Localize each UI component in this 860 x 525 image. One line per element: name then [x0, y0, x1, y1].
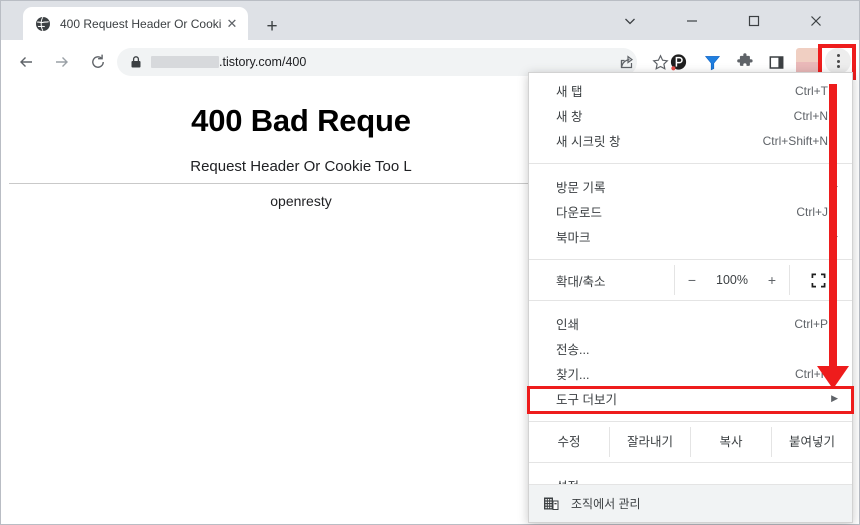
menu-item-shortcut: Ctrl+Shift+N [762, 133, 828, 148]
browser-tab[interactable]: 400 Request Header Or Cookie ✕ [23, 7, 248, 40]
menu-item-label: 찾기... [556, 368, 590, 382]
menu-separator [529, 300, 852, 301]
menu-separator [529, 421, 852, 422]
zoom-controls: − 100% + [674, 265, 789, 295]
menu-separator [529, 462, 852, 463]
browser-window: 400 Request Header Or Cookie ✕ + .tistor… [0, 0, 860, 525]
menu-item-print[interactable]: 인쇄 Ctrl+P [529, 311, 852, 336]
tab-strip: 400 Request Header Or Cookie ✕ + [1, 1, 859, 40]
menu-item-label: 인쇄 [556, 318, 580, 332]
menu-item-label: 다운로드 [556, 206, 603, 220]
menu-item-new-window[interactable]: 새 창 Ctrl+N [529, 103, 852, 128]
menu-item-label: 새 창 [556, 110, 583, 124]
menu-item-cast[interactable]: 전송... [529, 336, 852, 361]
menu-item-shortcut: Ctrl+T [795, 83, 828, 98]
menu-item-new-incognito-window[interactable]: 새 시크릿 창 Ctrl+Shift+N [529, 128, 852, 153]
fullscreen-button[interactable] [789, 265, 846, 295]
minimize-icon[interactable] [677, 7, 707, 35]
window-close-icon[interactable] [801, 7, 831, 35]
menu-item-label: 새 탭 [556, 85, 583, 99]
back-icon[interactable] [13, 49, 39, 75]
menu-item-shortcut: Ctrl+P [794, 316, 828, 331]
zoom-in-button[interactable]: + [755, 272, 789, 288]
annotation-arrow-head [817, 366, 849, 389]
zoom-level-value: 100% [716, 273, 748, 287]
redacted-subdomain [151, 56, 219, 68]
menu-item-shortcut: Ctrl+N [793, 108, 828, 123]
paste-button[interactable]: 붙여넣기 [771, 427, 852, 457]
forward-icon[interactable] [49, 49, 75, 75]
settings-highlight-box [527, 386, 854, 414]
menu-group-new: 새 탭 Ctrl+T 새 창 Ctrl+N 새 시크릿 창 Ctrl+Shift… [529, 73, 852, 158]
server-signature: openresty [270, 193, 332, 209]
reload-icon[interactable] [85, 49, 111, 75]
menu-item-history[interactable]: 방문 기록 ▶ [529, 174, 852, 199]
cut-button[interactable]: 잘라내기 [609, 427, 690, 457]
maximize-icon[interactable] [739, 7, 769, 35]
edit-label: 수정 [557, 435, 581, 449]
menu-item-edit-row: 수정 잘라내기 복사 붙여넣기 [529, 427, 852, 457]
annotation-arrow-stem [829, 84, 837, 372]
menu-item-downloads[interactable]: 다운로드 Ctrl+J [529, 199, 852, 224]
lock-icon [130, 55, 142, 69]
managed-label: 조직에서 관리 [571, 497, 641, 511]
organization-building-icon [543, 496, 559, 512]
tab-title: 400 Request Header Or Cookie [60, 16, 221, 31]
zoom-label: 확대/축소 [556, 274, 606, 289]
menu-item-label: 전송... [556, 343, 590, 357]
page-subtitle: Request Header Or Cookie Too L [190, 158, 412, 175]
copy-button[interactable]: 복사 [690, 427, 771, 457]
page-title: 400 Bad Reque [191, 103, 411, 138]
menu-item-shortcut: Ctrl+J [796, 204, 828, 219]
url-text: .tistory.com/400 [219, 55, 307, 69]
menu-separator [529, 163, 852, 164]
managed-by-organization[interactable]: 조직에서 관리 [529, 484, 852, 522]
menu-item-new-tab[interactable]: 새 탭 Ctrl+T [529, 78, 852, 103]
new-tab-button[interactable]: + [259, 13, 285, 39]
menu-separator [529, 259, 852, 260]
address-bar-text: .tistory.com/400 [151, 55, 306, 69]
menu-group-history: 방문 기록 ▶ 다운로드 Ctrl+J 북마크 ▶ [529, 169, 852, 254]
menu-item-find[interactable]: 찾기... Ctrl+F [529, 361, 852, 386]
close-icon[interactable]: ✕ [221, 13, 243, 35]
globe-icon [35, 16, 51, 32]
menu-item-label: 새 시크릿 창 [556, 135, 621, 149]
menu-item-zoom: 확대/축소 − 100% + [529, 265, 852, 295]
zoom-out-button[interactable]: − [675, 272, 709, 288]
menu-item-bookmarks[interactable]: 북마크 ▶ [529, 224, 852, 249]
chrome-main-menu: 새 탭 Ctrl+T 새 창 Ctrl+N 새 시크릿 창 Ctrl+Shift… [527, 72, 854, 523]
menu-item-label: 방문 기록 [556, 181, 606, 195]
menu-item-label: 북마크 [556, 231, 591, 245]
tab-search-chevron-down-icon[interactable] [615, 7, 645, 35]
